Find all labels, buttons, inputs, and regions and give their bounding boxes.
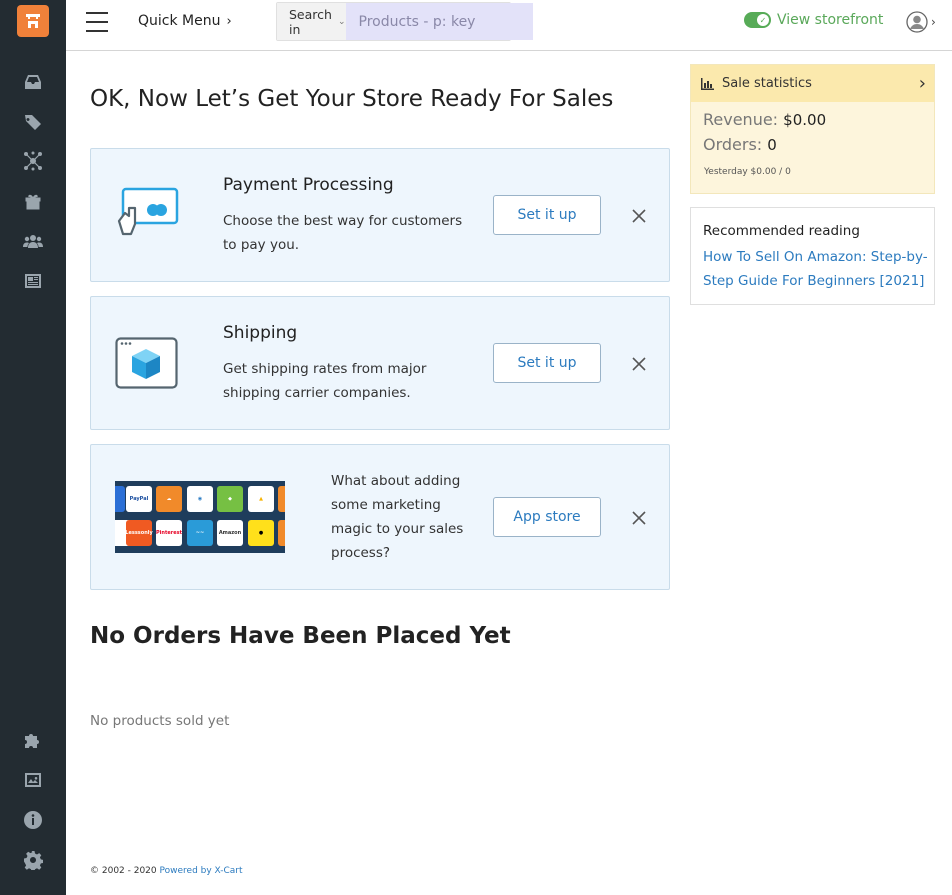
view-storefront-toggle[interactable]: ✓ View storefront (744, 12, 883, 28)
amazon-app-label: Amazon (218, 530, 242, 536)
info-icon[interactable] (23, 810, 43, 830)
card-description: What about adding some marketing magic t… (331, 469, 463, 565)
amazon-app-icon: Amazon (217, 520, 243, 546)
check-icon: ✓ (757, 14, 769, 26)
card-title: Payment Processing (223, 175, 394, 195)
tags-icon[interactable] (23, 112, 43, 132)
inbox-icon[interactable] (23, 72, 43, 92)
recommended-reading-panel: Recommended reading How To Sell On Amazo… (690, 207, 935, 305)
search-input[interactable] (345, 3, 533, 40)
card-desc-line: to pay you. (223, 237, 300, 253)
close-icon[interactable] (631, 356, 647, 372)
payment-card-icon (117, 187, 179, 236)
card-title: Shipping (223, 323, 298, 343)
gear-icon[interactable] (23, 850, 43, 870)
powered-by-link[interactable]: Powered by X-Cart (160, 866, 243, 876)
shipping-setup-button[interactable]: Set it up (493, 343, 601, 383)
quick-menu-label: Quick Menu (138, 13, 221, 29)
app-tile-icon (278, 520, 285, 546)
image-icon[interactable] (23, 770, 43, 790)
marketing-apps-image: PayPal ☁ ◉ ◆ ▲ Lesssonly Pinterest ~~ Am… (115, 481, 285, 553)
cloud-app-icon: ☁ (156, 486, 182, 512)
yesterday-stats: Yesterday $0.00 / 0 (704, 167, 791, 177)
orders-label: Orders: (703, 135, 763, 154)
recommended-article-link[interactable]: How To Sell On Amazon: Step-by- Step Gui… (703, 245, 928, 293)
orders-section-title: No Orders Have Been Placed Yet (90, 623, 511, 649)
payment-setup-button[interactable]: Set it up (493, 195, 601, 235)
users-icon[interactable] (23, 231, 43, 251)
pinterest-app-label: Pinterest (156, 530, 182, 536)
article-link-line: How To Sell On Amazon: Step-by- (703, 249, 928, 265)
payment-processing-card: Payment Processing Choose the best way f… (90, 148, 670, 282)
copyright-text: © 2002 - 2020 (90, 866, 157, 876)
sale-statistics-header[interactable]: Sale statistics › (691, 65, 934, 102)
shipping-card: Shipping Get shipping rates from major s… (90, 296, 670, 430)
card-desc-line: some marketing (331, 497, 441, 513)
card-description: Choose the best way for customers to pay… (223, 209, 462, 257)
revenue-label: Revenue: (703, 110, 779, 129)
newspaper-icon[interactable] (23, 271, 43, 291)
app-tile-icon: ~~ (187, 520, 213, 546)
sale-statistics-title: Sale statistics (722, 76, 812, 91)
storefront-toggle-switch[interactable]: ✓ (744, 12, 771, 28)
article-link-line: Step Guide For Beginners [2021] (703, 273, 925, 289)
card-desc-line: magic to your sales (331, 521, 464, 537)
app-tile-icon (278, 486, 285, 512)
xcart-logo[interactable] (17, 5, 49, 37)
network-icon[interactable] (23, 151, 43, 171)
close-icon[interactable] (631, 510, 647, 526)
left-sidebar (0, 0, 66, 895)
puzzle-icon[interactable] (23, 730, 43, 750)
recommended-reading-title: Recommended reading (703, 223, 860, 239)
lessonly-app-icon: Lesssonly (125, 520, 153, 546)
pinterest-app-icon: Pinterest (156, 520, 182, 546)
app-store-card: PayPal ☁ ◉ ◆ ▲ Lesssonly Pinterest ~~ Am… (90, 444, 670, 590)
user-menu[interactable]: › (906, 11, 936, 33)
google-ads-app-icon: ▲ (248, 486, 274, 512)
card-desc-line: shipping carrier companies. (223, 385, 411, 401)
lessonly-app-label: Lesssonly (125, 530, 153, 536)
user-avatar-icon (906, 11, 928, 33)
card-desc-line: Get shipping rates from major (223, 361, 427, 377)
app-store-button[interactable]: App store (493, 497, 601, 537)
search-in-label: Search in (289, 6, 332, 37)
chevron-right-icon: › (931, 15, 936, 29)
chevron-right-icon: › (226, 14, 232, 29)
revenue-value: $0.00 (783, 111, 827, 129)
card-desc-line: Choose the best way for customers (223, 213, 463, 229)
orders-row: Orders: 0 (703, 135, 777, 154)
paypal-app-label: PayPal (129, 496, 149, 502)
app-tile-icon (115, 486, 125, 512)
no-products-text: No products sold yet (90, 713, 230, 729)
quick-menu-button[interactable]: Quick Menu › (138, 13, 232, 29)
paypal-app-icon: PayPal (126, 486, 152, 512)
revenue-row: Revenue: $0.00 (703, 110, 826, 129)
search-in-dropdown[interactable]: Search in ⌄ (277, 3, 346, 40)
chevron-right-icon: › (918, 73, 926, 94)
card-description: Get shipping rates from major shipping c… (223, 357, 426, 405)
app-tile-icon: ◆ (217, 486, 243, 512)
page-title: OK, Now Let’s Get Your Store Ready For S… (90, 86, 614, 112)
sale-statistics-panel: Sale statistics › Revenue: $0.00 Orders:… (690, 64, 935, 194)
bar-chart-icon (701, 77, 714, 90)
chevron-down-icon: ⌄ (337, 16, 346, 27)
card-desc-line: process? (331, 545, 391, 561)
mailchimp-app-icon: ● (248, 520, 274, 546)
search-box: Search in ⌄ (276, 2, 533, 41)
hamburger-menu-icon[interactable] (86, 12, 108, 32)
top-header: Quick Menu › Search in ⌄ ✓ View storefront… (66, 0, 952, 51)
gift-icon[interactable] (23, 191, 43, 211)
shipping-box-icon (115, 337, 178, 389)
orders-value: 0 (767, 136, 777, 154)
app-tile-icon: ◉ (187, 486, 213, 512)
card-desc-line: What about adding (331, 473, 461, 489)
view-storefront-label: View storefront (777, 12, 884, 28)
close-icon[interactable] (631, 208, 647, 224)
footer: © 2002 - 2020 Powered by X-Cart (90, 866, 243, 876)
